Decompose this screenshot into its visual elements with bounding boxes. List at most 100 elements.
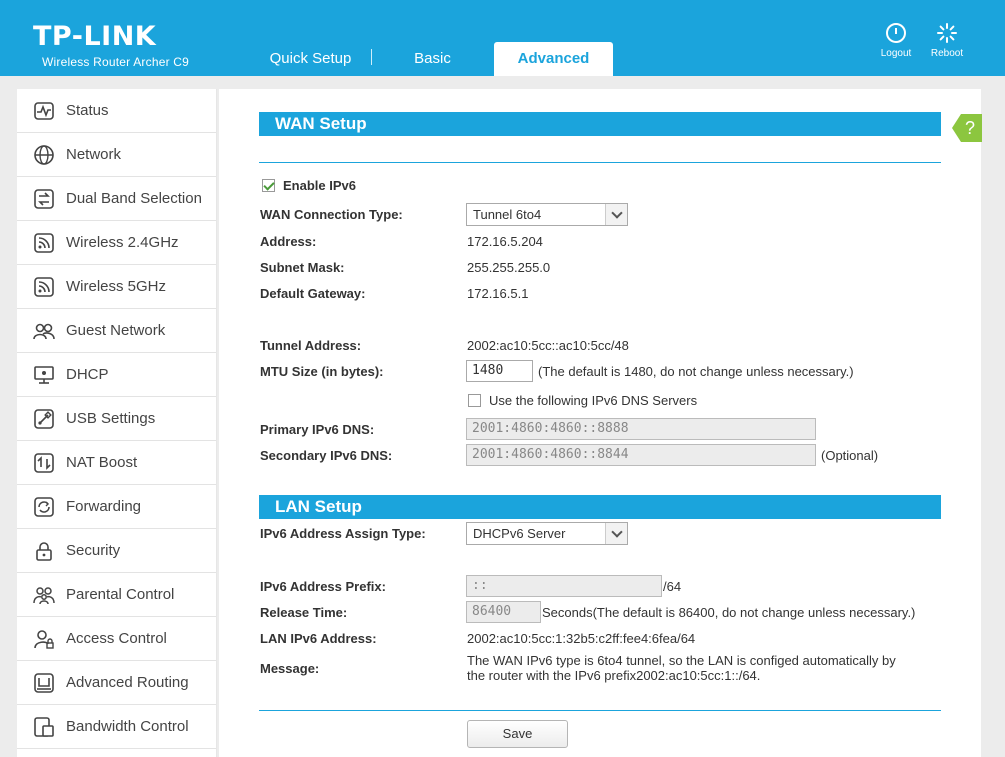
globe-icon: [33, 144, 55, 166]
dual-band-icon: [33, 188, 55, 210]
tunnel-address-label: Tunnel Address:: [260, 338, 362, 353]
sidebar-item-parental-control[interactable]: Parental Control: [17, 573, 216, 617]
sidebar-item-dual-band[interactable]: Dual Band Selection: [17, 177, 216, 221]
default-gateway-label: Default Gateway:: [260, 286, 366, 301]
address-value: 172.16.5.204: [467, 234, 543, 249]
message-line-1: The WAN IPv6 type is 6to4 tunnel, so the…: [467, 653, 896, 668]
lan-ipv6-address-value: 2002:ac10:5cc:1:32b5:c2ff:fee4:6fea/64: [467, 631, 696, 646]
tab-advanced[interactable]: Advanced: [494, 42, 613, 76]
sidebar-item-label: Access Control: [66, 630, 167, 647]
message-line-2: the router with the IPv6 prefix2002:ac10…: [467, 668, 761, 683]
sidebar-item-label: Parental Control: [66, 586, 175, 603]
wan-connection-type-label: WAN Connection Type:: [260, 207, 403, 222]
wan-connection-type-select[interactable]: Tunnel 6to4: [466, 203, 628, 226]
save-button[interactable]: Save: [467, 720, 568, 748]
reboot-button[interactable]: Reboot: [925, 22, 969, 59]
primary-ipv6-dns-input[interactable]: 2001:4860:4860::8888: [466, 418, 816, 440]
subnet-mask-value: 255.255.255.0: [467, 260, 551, 275]
tab-divider: [371, 49, 372, 65]
sidebar-item-label: Network: [66, 146, 122, 163]
tp-link-logo: TP-LINK: [33, 21, 157, 52]
routing-icon: [33, 672, 55, 694]
forwarding-icon: [33, 496, 55, 518]
tab-basic[interactable]: Basic: [385, 42, 480, 76]
sidebar-item-advanced-routing[interactable]: Advanced Routing: [17, 661, 216, 705]
mtu-size-label: MTU Size (in bytes):: [260, 364, 384, 379]
lan-ipv6-address-label: LAN IPv6 Address:: [260, 631, 377, 646]
sidebar-item-dhcp[interactable]: DHCP: [17, 353, 216, 397]
power-icon: [886, 23, 906, 43]
sidebar-item-label: Forwarding: [66, 498, 142, 515]
section-divider: [259, 162, 941, 163]
sidebar-item-nat-boost[interactable]: NAT Boost: [17, 441, 216, 485]
sidebar-item-wireless-5[interactable]: Wireless 5GHz: [17, 265, 216, 309]
status-icon: [33, 100, 55, 122]
parental-icon: [33, 584, 55, 606]
mtu-size-input[interactable]: 1480: [466, 360, 533, 382]
wan-setup-title: WAN Setup: [259, 112, 941, 136]
optional-label: (Optional): [821, 448, 879, 463]
logout-button[interactable]: Logout: [874, 22, 918, 59]
ipv6-assign-type-select[interactable]: DHCPv6 Server: [466, 522, 628, 545]
access-icon: [33, 628, 55, 650]
use-dns-checkbox[interactable]: [468, 394, 481, 407]
chevron-down-icon: [605, 523, 627, 544]
message-label: Message:: [260, 661, 320, 676]
ipv6-prefix-input[interactable]: ::: [466, 575, 662, 597]
sidebar-item-label: Bandwidth Control: [66, 718, 189, 735]
release-time-input[interactable]: 86400: [466, 601, 541, 623]
sidebar-item-label: Guest Network: [66, 322, 166, 339]
ipv6-assign-type-label: IPv6 Address Assign Type:: [260, 526, 426, 541]
sidebar-item-bandwidth-control[interactable]: Bandwidth Control: [17, 705, 216, 749]
sidebar-item-access-control[interactable]: Access Control: [17, 617, 216, 661]
sidebar-item-label: NAT Boost: [66, 454, 138, 471]
usb-icon: [33, 408, 55, 430]
enable-ipv6-label: Enable IPv6: [283, 178, 356, 193]
primary-ipv6-dns-label: Primary IPv6 DNS:: [260, 422, 375, 437]
sidebar-item-label: USB Settings: [66, 410, 156, 427]
release-time-hint: Seconds(The default is 86400, do not cha…: [542, 605, 916, 620]
sidebar-item-forwarding[interactable]: Forwarding: [17, 485, 216, 529]
sidebar-item-label: Dual Band Selection: [66, 190, 202, 207]
address-label: Address:: [260, 234, 317, 249]
monitor-icon: [33, 364, 55, 386]
use-dns-label: Use the following IPv6 DNS Servers: [489, 393, 698, 408]
sidebar-item-wireless-24[interactable]: Wireless 2.4GHz: [17, 221, 216, 265]
sidebar-item-status[interactable]: Status: [17, 89, 216, 133]
guest-icon: [33, 320, 55, 342]
wireless-icon: [33, 232, 55, 254]
mtu-hint: (The default is 1480, do not change unle…: [538, 364, 854, 379]
logout-label: Logout: [880, 48, 912, 59]
subnet-mask-label: Subnet Mask:: [260, 260, 345, 275]
reboot-icon: [937, 23, 957, 43]
release-time-label: Release Time:: [260, 605, 348, 620]
sidebar-item-usb-settings[interactable]: USB Settings: [17, 397, 216, 441]
lock-icon: [33, 540, 55, 562]
sidebar-item-guest-network[interactable]: Guest Network: [17, 309, 216, 353]
sidebar-item-label: Wireless 2.4GHz: [66, 234, 179, 251]
sidebar-item-label: Status: [66, 102, 109, 119]
enable-ipv6-checkbox[interactable]: [262, 179, 275, 192]
sidebar-item-label: Wireless 5GHz: [66, 278, 167, 295]
lan-setup-title: LAN Setup: [259, 495, 941, 519]
reboot-label: Reboot: [930, 48, 964, 59]
nat-boost-icon: [33, 452, 55, 474]
sidebar-item-label: Security: [66, 542, 121, 559]
secondary-ipv6-dns-input[interactable]: 2001:4860:4860::8844: [466, 444, 816, 466]
sidebar-item-label: DHCP: [66, 366, 109, 383]
select-value: DHCPv6 Server: [473, 526, 566, 541]
wireless-icon: [33, 276, 55, 298]
model-name: Wireless Router Archer C9: [42, 55, 190, 69]
prefix-suffix: /64: [663, 579, 682, 594]
secondary-ipv6-dns-label: Secondary IPv6 DNS:: [260, 448, 393, 463]
bandwidth-icon: [33, 716, 55, 738]
sidebar-item-label: Advanced Routing: [66, 674, 189, 691]
sidebar-item-security[interactable]: Security: [17, 529, 216, 573]
ipv6-prefix-label: IPv6 Address Prefix:: [260, 579, 386, 594]
sidebar-item-network[interactable]: Network: [17, 133, 216, 177]
chevron-down-icon: [605, 204, 627, 225]
tab-quick-setup[interactable]: Quick Setup: [253, 42, 368, 76]
top-header: TP-LINK Wireless Router Archer C9 Quick …: [0, 0, 1005, 76]
tunnel-address-value: 2002:ac10:5cc::ac10:5cc/48: [467, 338, 629, 353]
section-divider: [259, 710, 941, 711]
